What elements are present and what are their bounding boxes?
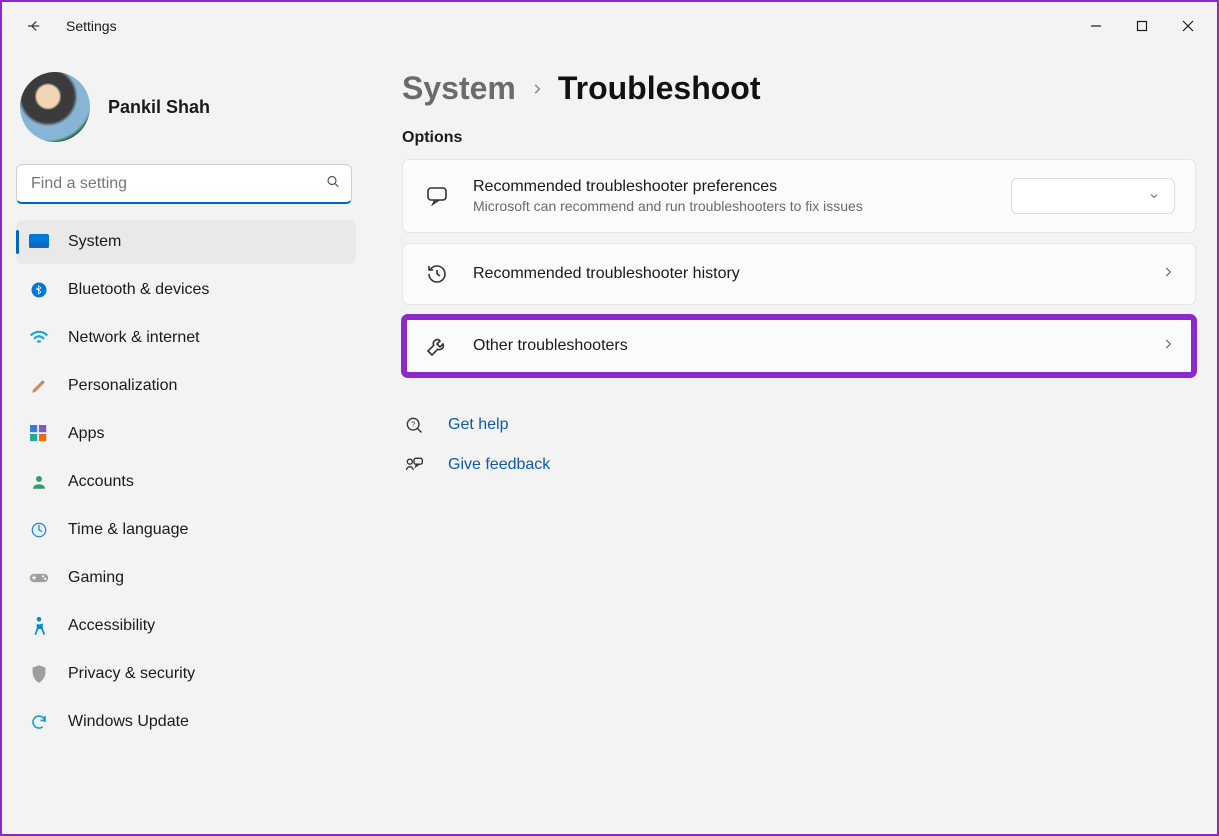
sidebar-item-personalization[interactable]: Personalization bbox=[16, 364, 356, 408]
card-troubleshooter-history[interactable]: Recommended troubleshooter history bbox=[402, 243, 1196, 305]
sidebar-item-label: Network & internet bbox=[68, 329, 200, 347]
search-icon bbox=[325, 173, 341, 194]
profile-name: Pankil Shah bbox=[108, 97, 210, 118]
search-box[interactable] bbox=[16, 164, 352, 204]
card-subtitle: Microsoft can recommend and run troubles… bbox=[473, 198, 863, 214]
svg-text:?: ? bbox=[411, 420, 415, 429]
settings-window: Settings Pankil Shah bbox=[0, 0, 1219, 836]
feedback-icon bbox=[402, 455, 426, 475]
sidebar-item-label: Apps bbox=[68, 425, 104, 443]
section-options-label: Options bbox=[402, 129, 1196, 147]
history-icon bbox=[423, 262, 451, 286]
sidebar-item-label: Time & language bbox=[68, 521, 188, 539]
chevron-right-icon bbox=[1161, 337, 1175, 356]
apps-icon bbox=[28, 423, 50, 445]
body: Pankil Shah System Bluetooth & device bbox=[2, 50, 1217, 834]
nav: System Bluetooth & devices Network & int… bbox=[16, 220, 356, 744]
sidebar-item-label: Accounts bbox=[68, 473, 134, 491]
card-text: Recommended troubleshooter preferences M… bbox=[473, 178, 863, 214]
sidebar-item-windows-update[interactable]: Windows Update bbox=[16, 700, 356, 744]
search-input[interactable] bbox=[17, 175, 351, 193]
link-label[interactable]: Get help bbox=[448, 416, 508, 434]
sidebar-item-label: System bbox=[68, 233, 121, 251]
close-button[interactable] bbox=[1165, 10, 1211, 42]
preferences-dropdown[interactable] bbox=[1011, 178, 1175, 214]
sidebar-item-label: Privacy & security bbox=[68, 665, 195, 683]
person-icon bbox=[28, 471, 50, 493]
system-icon bbox=[28, 231, 50, 253]
link-give-feedback[interactable]: Give feedback bbox=[402, 445, 1196, 485]
sidebar-item-label: Gaming bbox=[68, 569, 124, 587]
sidebar-item-label: Windows Update bbox=[68, 713, 189, 731]
sidebar-item-apps[interactable]: Apps bbox=[16, 412, 356, 456]
link-label[interactable]: Give feedback bbox=[448, 456, 550, 474]
card-other-troubleshooters[interactable]: Other troubleshooters bbox=[402, 315, 1196, 377]
link-get-help[interactable]: ? Get help bbox=[402, 405, 1196, 445]
card-title: Recommended troubleshooter history bbox=[473, 265, 740, 283]
sidebar-item-label: Accessibility bbox=[68, 617, 155, 635]
profile-block[interactable]: Pankil Shah bbox=[16, 66, 356, 160]
sidebar-item-label: Bluetooth & devices bbox=[68, 281, 209, 299]
bluetooth-icon bbox=[28, 279, 50, 301]
back-button[interactable] bbox=[16, 8, 52, 44]
titlebar: Settings bbox=[2, 2, 1217, 50]
sidebar-item-bluetooth[interactable]: Bluetooth & devices bbox=[16, 268, 356, 312]
wrench-icon bbox=[423, 334, 451, 358]
main-content: System Troubleshoot Options Recommended … bbox=[362, 50, 1219, 834]
sidebar-item-accounts[interactable]: Accounts bbox=[16, 460, 356, 504]
chevron-right-icon bbox=[1161, 265, 1175, 284]
sidebar-item-time-language[interactable]: Time & language bbox=[16, 508, 356, 552]
clock-globe-icon bbox=[28, 519, 50, 541]
sidebar-item-accessibility[interactable]: Accessibility bbox=[16, 604, 356, 648]
sidebar-item-privacy[interactable]: Privacy & security bbox=[16, 652, 356, 696]
accessibility-icon bbox=[28, 615, 50, 637]
shield-icon bbox=[28, 663, 50, 685]
maximize-button[interactable] bbox=[1119, 10, 1165, 42]
avatar bbox=[20, 72, 90, 142]
breadcrumb: System Troubleshoot bbox=[402, 70, 1196, 107]
card-troubleshooter-preferences[interactable]: Recommended troubleshooter preferences M… bbox=[402, 159, 1196, 233]
chat-icon bbox=[423, 184, 451, 208]
window-controls bbox=[1073, 10, 1211, 42]
sidebar-item-gaming[interactable]: Gaming bbox=[16, 556, 356, 600]
app-title: Settings bbox=[66, 18, 117, 34]
help-links: ? Get help Give feedback bbox=[402, 405, 1196, 485]
card-title: Recommended troubleshooter preferences bbox=[473, 178, 863, 196]
card-title: Other troubleshooters bbox=[473, 337, 628, 355]
chevron-right-icon bbox=[530, 76, 544, 102]
gamepad-icon bbox=[28, 567, 50, 589]
search bbox=[16, 164, 352, 204]
sidebar-item-label: Personalization bbox=[68, 377, 177, 395]
breadcrumb-current: Troubleshoot bbox=[558, 70, 761, 107]
sidebar-item-system[interactable]: System bbox=[16, 220, 356, 264]
help-icon: ? bbox=[402, 415, 426, 435]
sidebar-item-network[interactable]: Network & internet bbox=[16, 316, 356, 360]
paintbrush-icon bbox=[28, 375, 50, 397]
sidebar: Pankil Shah System Bluetooth & device bbox=[2, 50, 362, 834]
update-icon bbox=[28, 711, 50, 733]
breadcrumb-parent[interactable]: System bbox=[402, 70, 516, 107]
wifi-icon bbox=[28, 327, 50, 349]
minimize-button[interactable] bbox=[1073, 10, 1119, 42]
